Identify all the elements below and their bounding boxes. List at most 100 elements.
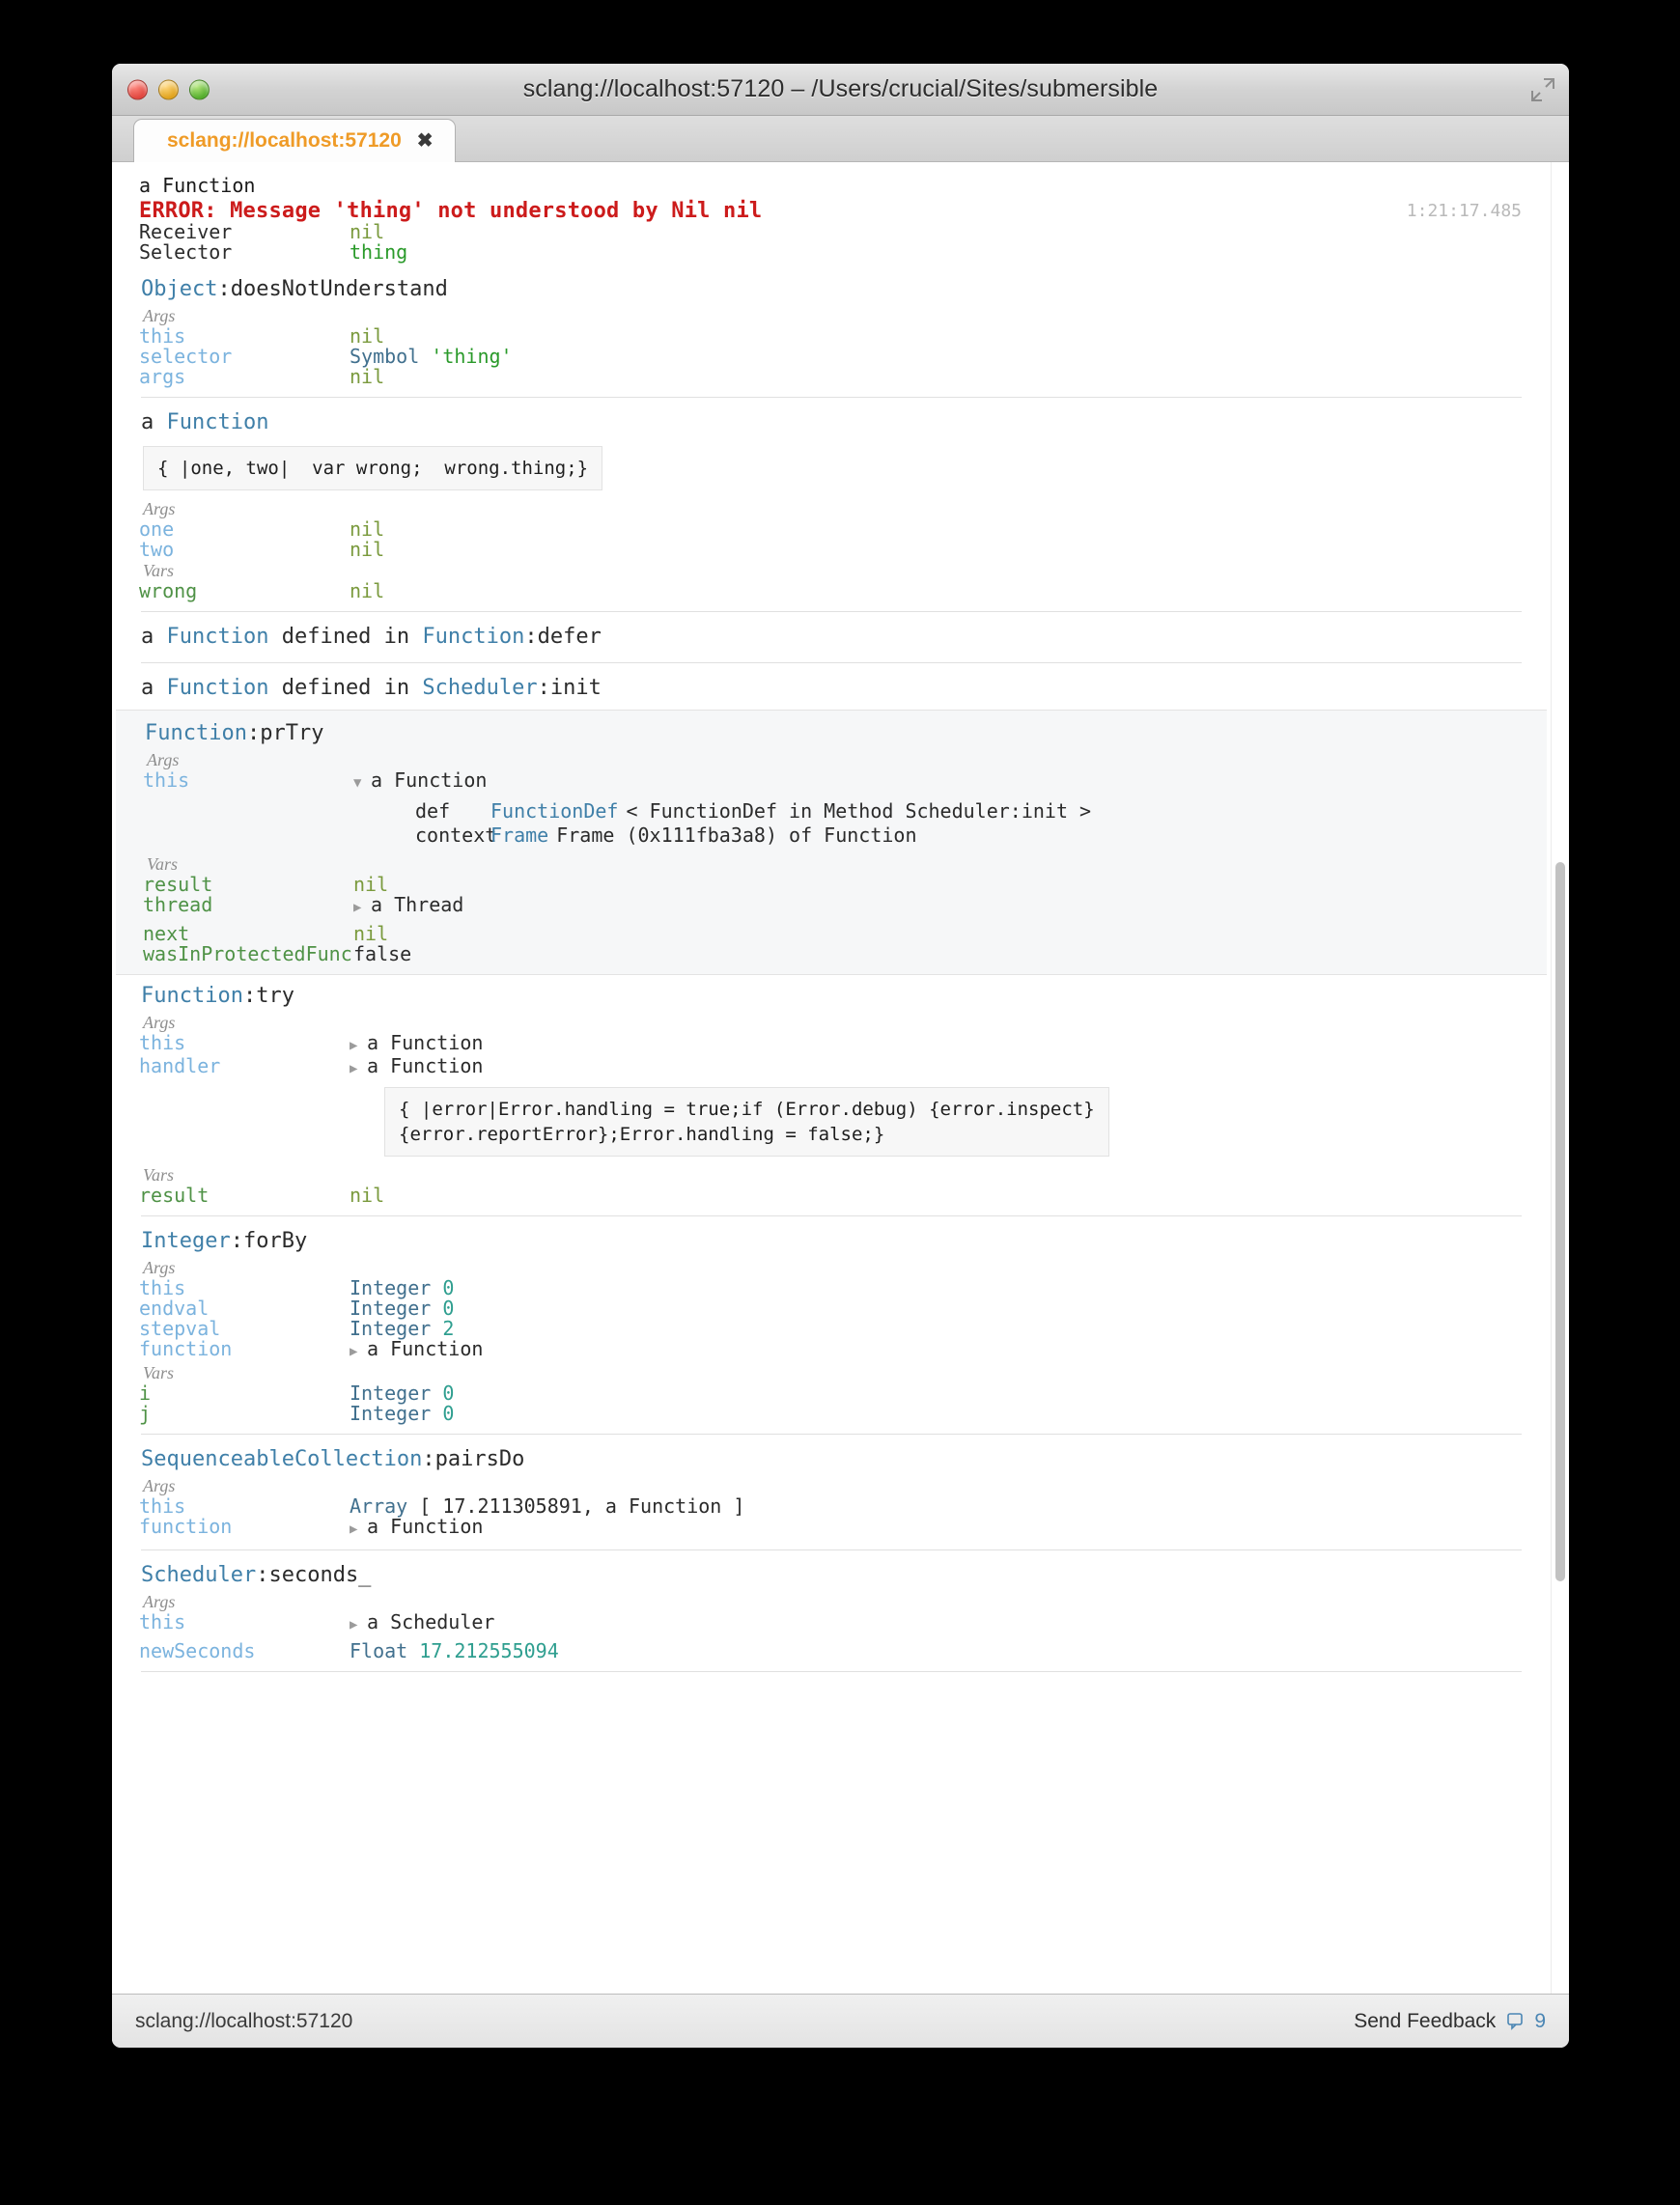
detail-value: Frame (0x111fba3a8) of Function — [556, 823, 917, 847]
title-bar: sclang://localhost:57120 – /Users/crucia… — [112, 64, 1569, 116]
receiver-row: Receiver nil — [112, 222, 1551, 242]
arg-row: this Array [ 17.211305891, a Function ] — [112, 1496, 1551, 1517]
tab-sclang-localhost[interactable]: sclang://localhost:57120 ✖ — [133, 119, 456, 162]
vars-label: Vars — [143, 561, 175, 580]
arg-name: this — [139, 324, 186, 348]
frame8-class: SequenceableCollection — [141, 1447, 423, 1471]
var-row: i Integer 0 — [112, 1383, 1551, 1404]
args-label: Args — [143, 1592, 176, 1611]
frame9-sep: : — [256, 1563, 269, 1587]
minimize-button[interactable] — [158, 79, 179, 99]
var-row: next nil — [116, 924, 1547, 944]
detail-type: FunctionDef — [490, 799, 619, 823]
var-name: j — [139, 1402, 152, 1425]
frame-header-scheduler-seconds[interactable]: Scheduler:seconds_ — [112, 1560, 1551, 1591]
scrollbar-thumb[interactable] — [1555, 862, 1565, 1581]
var-name: result — [139, 1184, 210, 1207]
frame9-method: seconds_ — [268, 1563, 372, 1587]
frame1-method: doesNotUnderstand — [230, 277, 448, 301]
divider — [141, 1434, 1522, 1435]
arg-row: handler ▶ a Function — [112, 1056, 1551, 1079]
arg-name: this — [139, 1276, 186, 1299]
arg-name: handler — [139, 1054, 221, 1077]
frame-header-seqcoll-pairsdo[interactable]: SequenceableCollection:pairsDo — [112, 1444, 1551, 1475]
frame6-class: Function — [141, 984, 243, 1008]
tab-close-icon[interactable]: ✖ — [417, 130, 434, 152]
frame-header-integer-forby[interactable]: Integer:forBy — [112, 1226, 1551, 1257]
disclosure-triangle-collapsed-icon[interactable]: ▶ — [350, 1036, 367, 1056]
arg-value: nil — [350, 365, 385, 388]
divider — [141, 662, 1522, 663]
disclosure-triangle-collapsed-icon[interactable]: ▶ — [350, 1059, 367, 1079]
send-feedback-button[interactable]: Send Feedback — [1354, 2010, 1496, 2033]
arg-row: selector Symbol 'thing' — [112, 347, 1551, 367]
frame-header-function-prtry[interactable]: Function:prTry — [116, 718, 1547, 749]
frame4-class2: Scheduler — [422, 676, 538, 700]
frame6-method: try — [256, 984, 294, 1008]
var-name: next — [143, 922, 190, 945]
feedback-count[interactable]: 9 — [1507, 2010, 1546, 2033]
zoom-button[interactable] — [189, 79, 210, 99]
detail-key: def — [415, 799, 451, 823]
args-label: Args — [143, 306, 176, 325]
divider — [141, 1671, 1522, 1672]
vars-label: Vars — [143, 1363, 175, 1382]
frame3-class2: Function — [422, 625, 525, 649]
disclosure-triangle-collapsed-icon[interactable]: ▶ — [350, 1342, 367, 1362]
arg-value: nil — [350, 324, 385, 348]
detail-row: context Frame Frame (0x111fba3a8) of Func… — [116, 823, 1547, 848]
divider — [141, 1549, 1522, 1550]
disclosure-triangle-collapsed-icon[interactable]: ▶ — [350, 1520, 367, 1540]
arg-name: function — [139, 1337, 233, 1360]
frame5-sep: : — [246, 721, 261, 745]
close-button[interactable] — [127, 79, 148, 99]
receiver-value: nil — [350, 220, 385, 243]
frame3-mid: defined in — [268, 625, 423, 649]
arg-row: this ▶ a Scheduler — [112, 1612, 1551, 1635]
args-label: Args — [143, 1013, 176, 1032]
frame5-method: prTry — [260, 721, 324, 745]
frame1-sep: : — [217, 277, 231, 301]
vertical-scrollbar[interactable] — [1551, 162, 1569, 1994]
frame-header-scheduler-init[interactable]: a Function defined in Scheduler:init — [112, 673, 1551, 704]
vars-label: Vars — [143, 1165, 175, 1185]
frame4-class: Function — [166, 676, 269, 700]
args-label: Args — [143, 1258, 176, 1277]
frame7-sep: : — [230, 1229, 243, 1253]
arg-name: stepval — [139, 1317, 221, 1340]
status-bar: sclang://localhost:57120 Send Feedback 9 — [112, 1994, 1569, 2048]
divider — [141, 611, 1522, 612]
arg-value: a Function — [367, 1054, 484, 1077]
arg-row: this ▼ a Function — [116, 770, 1547, 794]
var-row: result nil — [112, 1186, 1551, 1206]
selector-label: Selector — [139, 240, 233, 264]
frame-header-function-defer[interactable]: a Function defined in Function:defer — [112, 622, 1551, 653]
disclosure-triangle-collapsed-icon[interactable]: ▶ — [350, 1615, 367, 1635]
frame8-method: pairsDo — [434, 1447, 525, 1471]
frame-header-object-doesnotunderstand[interactable]: Object:doesNotUnderstand — [112, 274, 1551, 305]
arg-name: function — [139, 1515, 233, 1538]
tab-label: sclang://localhost:57120 — [167, 129, 402, 152]
var-name: result — [143, 873, 213, 896]
frame-header-function-try[interactable]: Function:try — [112, 981, 1551, 1012]
frame-header-a-function[interactable]: a Function — [112, 407, 1551, 438]
arg-name: args — [139, 365, 186, 388]
arg-row: args nil — [112, 367, 1551, 387]
arg-value: a Function — [371, 768, 488, 792]
frame3-sep: : — [524, 625, 538, 649]
arg-value: 'thing' — [431, 345, 513, 368]
resize-icon[interactable] — [1530, 77, 1555, 102]
var-row: j Integer 0 — [112, 1404, 1551, 1424]
arg-row: endval Integer 0 — [112, 1298, 1551, 1319]
frame4-method: init — [549, 676, 602, 700]
arg-name: this — [143, 768, 190, 792]
args-label: Args — [143, 1476, 176, 1495]
disclosure-triangle-collapsed-icon[interactable]: ▶ — [353, 898, 371, 918]
frame3-prefix: a — [141, 625, 167, 649]
var-name: i — [139, 1382, 152, 1405]
frame7-class: Integer — [141, 1229, 231, 1253]
arg-row: newSeconds Float 17.212555094 — [112, 1641, 1551, 1661]
arg-name: this — [139, 1031, 186, 1054]
arg-name: selector — [139, 345, 233, 368]
disclosure-triangle-expanded-icon[interactable]: ▼ — [353, 773, 371, 794]
